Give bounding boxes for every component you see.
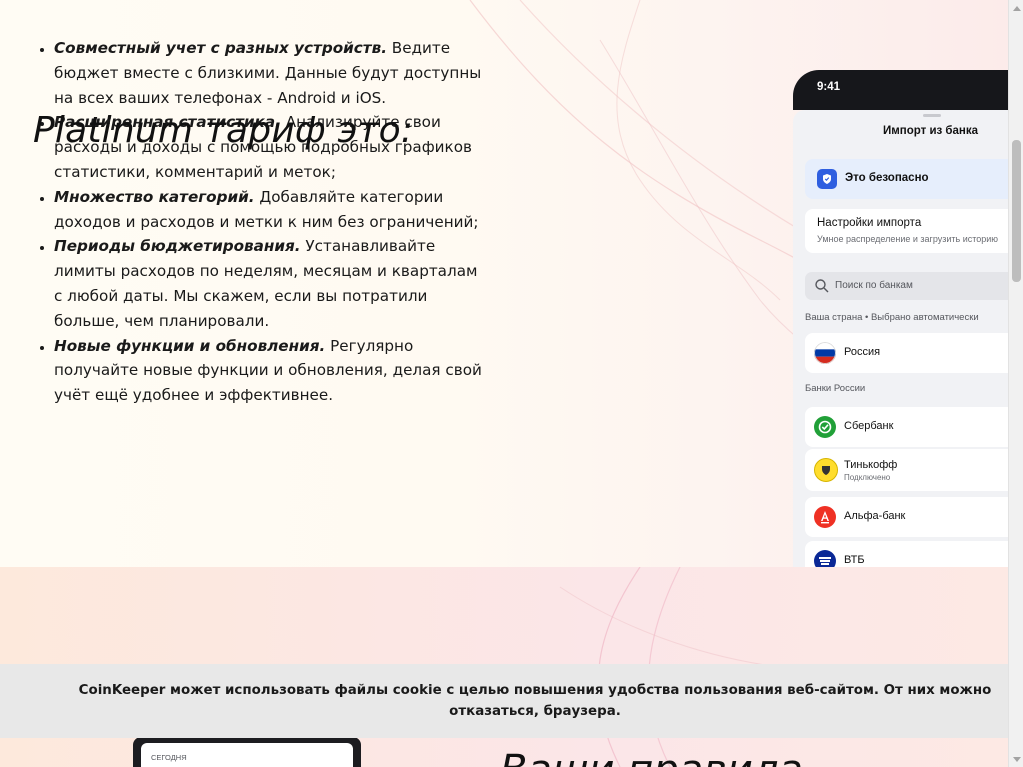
section-title: Platinum тариф это: bbox=[33, 110, 414, 151]
country-name: Россия bbox=[844, 346, 881, 358]
safe-label: Это безопасно bbox=[845, 172, 929, 184]
phone-status-bar: 9:41 bbox=[793, 70, 1008, 110]
list-item: Периоды бюджетирования. Устанавливайте л… bbox=[54, 234, 484, 333]
shield-icon bbox=[817, 169, 837, 189]
country-section-label: Ваша страна • Выбрано автоматически bbox=[805, 312, 979, 323]
cookie-text: CoinKeeper может использовать файлы cook… bbox=[78, 683, 992, 719]
bottom-phone-mockup: СЕГОДНЯ bbox=[133, 737, 361, 767]
import-settings-item: Настройки импорта Умное распределение и … bbox=[805, 209, 1008, 253]
scroll-up-arrow-icon[interactable] bbox=[1009, 0, 1023, 15]
bank-search-field: Поиск по банкам bbox=[805, 272, 1008, 300]
country-row: Россия bbox=[805, 333, 1008, 373]
sheet-handle bbox=[923, 114, 941, 117]
cookie-banner[interactable]: CoinKeeper может использовать файлы cook… bbox=[0, 664, 1008, 738]
scrollbar-thumb[interactable] bbox=[1012, 140, 1021, 282]
features-list: Совместный учет с разных устройств. Веди… bbox=[16, 36, 484, 408]
bottom-phone-screen: СЕГОДНЯ bbox=[141, 743, 353, 767]
phone-import-sheet: Импорт из банка Это безопасно Настройки … bbox=[793, 110, 1008, 567]
feature-title: Периоды бюджетирования. bbox=[54, 237, 301, 256]
list-item: Совместный учет с разных устройств. Веди… bbox=[54, 36, 484, 110]
bank-row-alfa: Альфа-банк bbox=[805, 497, 1008, 537]
bank-name: Сбербанк bbox=[844, 420, 894, 432]
search-placeholder: Поиск по банкам bbox=[835, 280, 913, 291]
list-item: Новые функции и обновления. Регулярно по… bbox=[54, 334, 484, 408]
vertical-scrollbar[interactable] bbox=[1008, 0, 1023, 767]
status-time: 9:41 bbox=[817, 81, 841, 93]
page: Совместный учет с разных устройств. Веди… bbox=[0, 0, 1008, 767]
settings-title: Настройки импорта bbox=[817, 217, 922, 229]
alfabank-logo-icon bbox=[814, 506, 836, 528]
bank-row-tinkoff: Тинькофф Подключено bbox=[805, 449, 1008, 491]
scroll-down-arrow-icon[interactable] bbox=[1009, 752, 1023, 767]
bank-row-sberbank: Сбербанк bbox=[805, 407, 1008, 447]
bank-name: ВТБ bbox=[844, 554, 865, 566]
tinkoff-logo-icon bbox=[814, 458, 838, 482]
feature-title: Новые функции и обновления. bbox=[54, 336, 326, 355]
today-label: СЕГОДНЯ bbox=[151, 753, 187, 762]
list-item: Множество категорий. Добавляйте категори… bbox=[54, 185, 484, 235]
bank-name: Альфа-банк bbox=[844, 510, 906, 522]
settings-subtitle: Умное распределение и загрузить историю bbox=[817, 234, 999, 244]
rules-heading: Ваши правила bbox=[500, 747, 803, 767]
search-icon bbox=[814, 278, 830, 294]
bank-row-vtb: ВТБ bbox=[805, 541, 1008, 567]
russia-flag-icon bbox=[814, 342, 836, 364]
sheet-title: Импорт из банка bbox=[883, 125, 979, 137]
bank-status: Подключено bbox=[844, 473, 891, 482]
feature-title: Множество категорий. bbox=[54, 187, 255, 206]
banks-section-label: Банки России bbox=[805, 383, 866, 394]
sberbank-logo-icon bbox=[814, 416, 836, 438]
bank-name: Тинькофф bbox=[844, 459, 898, 471]
feature-title: Совместный учет с разных устройств. bbox=[54, 39, 387, 57]
vtb-logo-icon bbox=[814, 550, 836, 567]
safe-banner: Это безопасно bbox=[805, 159, 1008, 199]
